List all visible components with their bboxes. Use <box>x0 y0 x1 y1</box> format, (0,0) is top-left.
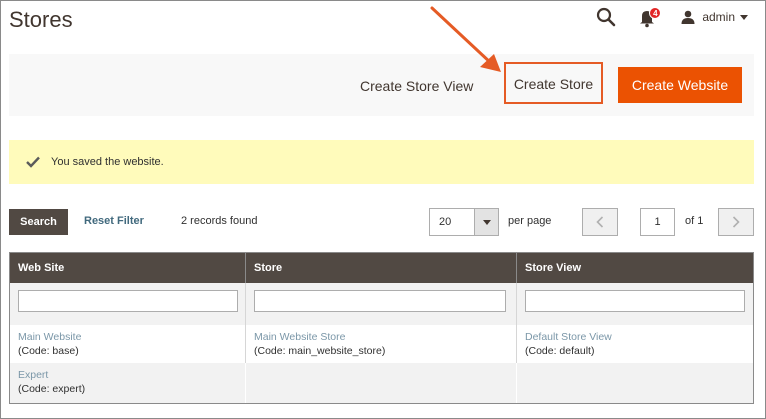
per-page-value: 20 <box>439 216 452 228</box>
page-actions-bar: Create Store View Create Store Create We… <box>9 54 754 116</box>
store-code: (Code: main_website_store) <box>254 345 386 357</box>
column-header-store[interactable]: Store <box>246 253 517 283</box>
current-page-input[interactable] <box>640 208 675 236</box>
grid-header: Web Site Store Store View <box>10 253 753 283</box>
stores-grid: Web Site Store Store View Main Website (… <box>9 252 754 404</box>
web-site-filter-input[interactable] <box>18 290 238 312</box>
checkmark-icon <box>26 156 40 168</box>
chevron-down-icon <box>740 14 748 20</box>
per-page-select[interactable]: 20 <box>429 208 499 236</box>
create-store-button[interactable]: Create Store <box>504 62 603 104</box>
table-cell-store-view: Default Store View (Code: default) <box>517 325 753 363</box>
create-website-button[interactable]: Create Website <box>618 67 742 103</box>
website-code: (Code: expert) <box>18 383 86 395</box>
website-link[interactable]: Main Website <box>18 330 245 344</box>
admin-user-menu[interactable]: admin <box>681 10 748 24</box>
website-link[interactable]: Expert <box>18 368 245 382</box>
search-icon <box>597 7 616 27</box>
store-view-code: (Code: default) <box>525 345 595 357</box>
filter-cell-web-site <box>10 283 246 325</box>
table-row: Main Website (Code: base) Main Website S… <box>10 325 753 363</box>
records-found-count: 2 records found <box>181 215 258 227</box>
filter-row <box>10 283 753 325</box>
next-page-button[interactable] <box>718 208 754 236</box>
store-view-link[interactable]: Default Store View <box>525 330 753 344</box>
grid-controls: Search Reset Filter 2 records found 20 p… <box>9 208 754 236</box>
user-icon <box>681 10 695 24</box>
filter-cell-store <box>246 283 517 325</box>
chevron-left-icon <box>596 216 604 228</box>
admin-username: admin <box>702 10 735 24</box>
search-button[interactable]: Search <box>9 209 68 235</box>
success-message-text: You saved the website. <box>51 156 164 168</box>
notification-count-badge: 4 <box>649 7 662 19</box>
create-store-view-button[interactable]: Create Store View <box>360 70 473 102</box>
column-header-web-site[interactable]: Web Site <box>10 253 246 283</box>
store-filter-input[interactable] <box>254 290 506 312</box>
table-cell-web-site: Expert (Code: expert) <box>10 363 246 403</box>
per-page-dropdown-toggle[interactable] <box>474 209 498 235</box>
store-link[interactable]: Main Website Store <box>254 330 516 344</box>
column-header-store-view[interactable]: Store View <box>517 253 753 283</box>
table-cell-store <box>246 363 517 403</box>
header-actions: 4 admin <box>595 6 748 28</box>
global-search-button[interactable] <box>595 6 617 28</box>
page-title: Stores <box>9 7 73 32</box>
previous-page-button[interactable] <box>582 208 618 236</box>
filter-cell-store-view <box>517 283 753 325</box>
total-pages-label: of 1 <box>685 215 704 227</box>
chevron-down-icon <box>483 220 491 225</box>
chevron-right-icon <box>732 216 740 228</box>
store-view-filter-input[interactable] <box>525 290 745 312</box>
website-code: (Code: base) <box>18 345 79 357</box>
table-cell-web-site: Main Website (Code: base) <box>10 325 246 363</box>
notifications-button[interactable]: 4 <box>639 6 662 28</box>
reset-filter-link[interactable]: Reset Filter <box>84 215 144 227</box>
per-page-label: per page <box>508 215 552 227</box>
table-cell-store: Main Website Store (Code: main_website_s… <box>246 325 517 363</box>
table-row: Expert (Code: expert) <box>10 363 753 403</box>
success-message: You saved the website. <box>9 140 754 184</box>
table-cell-store-view <box>517 363 753 403</box>
